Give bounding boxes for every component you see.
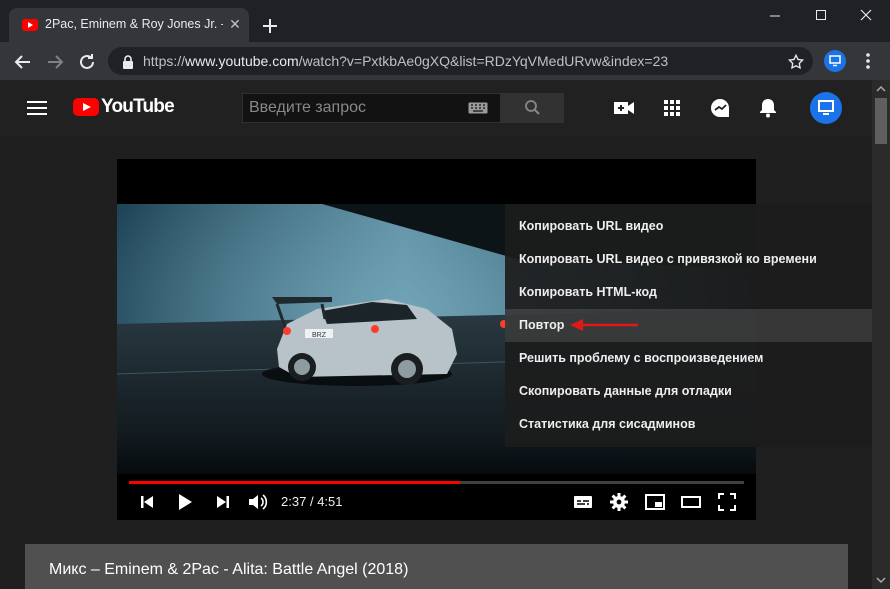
context-menu-item[interactable]: Повтор bbox=[505, 309, 872, 342]
bookmark-star-icon[interactable] bbox=[787, 53, 805, 71]
search-button[interactable] bbox=[500, 93, 564, 123]
monitor-icon bbox=[818, 100, 834, 115]
browser-tab[interactable]: 2Pac, Eminem & Roy Jones Jr. - C ✕ bbox=[9, 8, 249, 42]
volume-icon bbox=[249, 494, 268, 510]
back-button[interactable] bbox=[11, 50, 35, 74]
fullscreen-button[interactable] bbox=[716, 492, 738, 512]
tab-title: 2Pac, Eminem & Roy Jones Jr. - C bbox=[45, 17, 223, 31]
reload-button[interactable] bbox=[75, 50, 99, 74]
play-button[interactable] bbox=[174, 492, 196, 512]
forward-button[interactable] bbox=[43, 50, 67, 74]
duration: 4:51 bbox=[317, 494, 343, 509]
url-host: www.youtube.com bbox=[185, 53, 299, 69]
arrow-right-icon bbox=[48, 55, 64, 69]
context-menu-item[interactable]: Статистика для сисадминов bbox=[505, 408, 872, 441]
gear-icon bbox=[610, 493, 628, 511]
url-scheme: https:// bbox=[143, 53, 186, 69]
reload-icon bbox=[80, 54, 94, 69]
hamburger-menu-icon[interactable] bbox=[27, 100, 47, 116]
extension-monitor-icon[interactable] bbox=[824, 50, 846, 72]
context-menu-item[interactable]: Копировать HTML-код bbox=[505, 276, 872, 309]
search-icon bbox=[525, 100, 540, 115]
context-menu-item[interactable]: Копировать URL видео с привязкой ко врем… bbox=[505, 243, 872, 276]
notifications-bell-icon[interactable] bbox=[757, 97, 779, 119]
previous-button[interactable] bbox=[136, 492, 158, 512]
play-icon bbox=[179, 494, 192, 510]
miniplayer-button[interactable] bbox=[644, 492, 666, 512]
new-tab-button[interactable] bbox=[258, 14, 282, 38]
browser-menu-icon[interactable] bbox=[858, 50, 878, 72]
close-icon bbox=[860, 9, 872, 21]
subtitles-button[interactable] bbox=[572, 492, 594, 512]
skip-previous-icon bbox=[141, 496, 153, 508]
apps-grid-icon[interactable] bbox=[661, 97, 683, 119]
scroll-down-arrow-icon[interactable] bbox=[875, 575, 887, 585]
current-time: 2:37 bbox=[281, 494, 307, 509]
share-messages-icon[interactable] bbox=[709, 97, 731, 119]
context-menu-item[interactable]: Решить проблему с воспроизведением bbox=[505, 342, 872, 375]
time-display: 2:37 / 4:51 bbox=[281, 494, 343, 509]
context-menu-item[interactable]: Скопировать данные для отладки bbox=[505, 375, 872, 408]
maximize-icon bbox=[816, 10, 826, 20]
url-path: /watch?v=PxtkbAe0gXQ&list=RDzYqVMedURvw&… bbox=[298, 53, 669, 69]
tab-close-icon[interactable]: ✕ bbox=[227, 16, 243, 32]
fullscreen-icon bbox=[718, 493, 736, 511]
plus-icon bbox=[263, 19, 277, 33]
red-arrow-annotation-icon bbox=[570, 318, 640, 332]
skip-next-icon bbox=[217, 496, 229, 508]
minimize-icon bbox=[770, 15, 780, 17]
license-plate: BRZ bbox=[312, 332, 327, 339]
create-video-icon[interactable] bbox=[613, 97, 635, 119]
youtube-logo-icon[interactable] bbox=[73, 98, 99, 116]
player-context-menu: Копировать URL видео Копировать URL видео… bbox=[505, 204, 872, 447]
volume-button[interactable] bbox=[247, 492, 269, 512]
search-box bbox=[242, 93, 501, 123]
close-window-button[interactable] bbox=[844, 0, 890, 32]
youtube-logo-text[interactable]: YouTube bbox=[101, 96, 175, 118]
theater-mode-icon bbox=[681, 496, 701, 508]
next-button[interactable] bbox=[212, 492, 234, 512]
time-separator: / bbox=[309, 494, 314, 509]
account-avatar[interactable] bbox=[810, 92, 842, 124]
miniplayer-icon bbox=[645, 494, 665, 510]
theater-mode-button[interactable] bbox=[680, 492, 702, 512]
scroll-up-arrow-icon[interactable] bbox=[875, 84, 887, 94]
minimize-button[interactable] bbox=[752, 0, 798, 32]
lock-icon[interactable] bbox=[122, 55, 134, 69]
context-menu-item[interactable]: Копировать URL видео bbox=[505, 210, 872, 243]
subtitles-icon bbox=[574, 496, 592, 508]
page-scrollbar[interactable] bbox=[872, 80, 890, 589]
youtube-favicon-icon bbox=[22, 19, 38, 31]
scrollbar-thumb[interactable] bbox=[875, 98, 887, 144]
settings-button[interactable] bbox=[608, 492, 630, 512]
maximize-button[interactable] bbox=[798, 0, 844, 32]
progress-bar-played[interactable] bbox=[129, 481, 461, 484]
url-text[interactable]: https://www.youtube.com/watch?v=PxtkbAe0… bbox=[143, 53, 668, 69]
search-input[interactable] bbox=[249, 94, 459, 122]
playlist-title[interactable]: Микс – Eminem & 2Pac - Alita: Battle Ang… bbox=[49, 561, 408, 579]
keyboard-icon[interactable] bbox=[468, 102, 488, 114]
arrow-left-icon bbox=[14, 55, 30, 69]
